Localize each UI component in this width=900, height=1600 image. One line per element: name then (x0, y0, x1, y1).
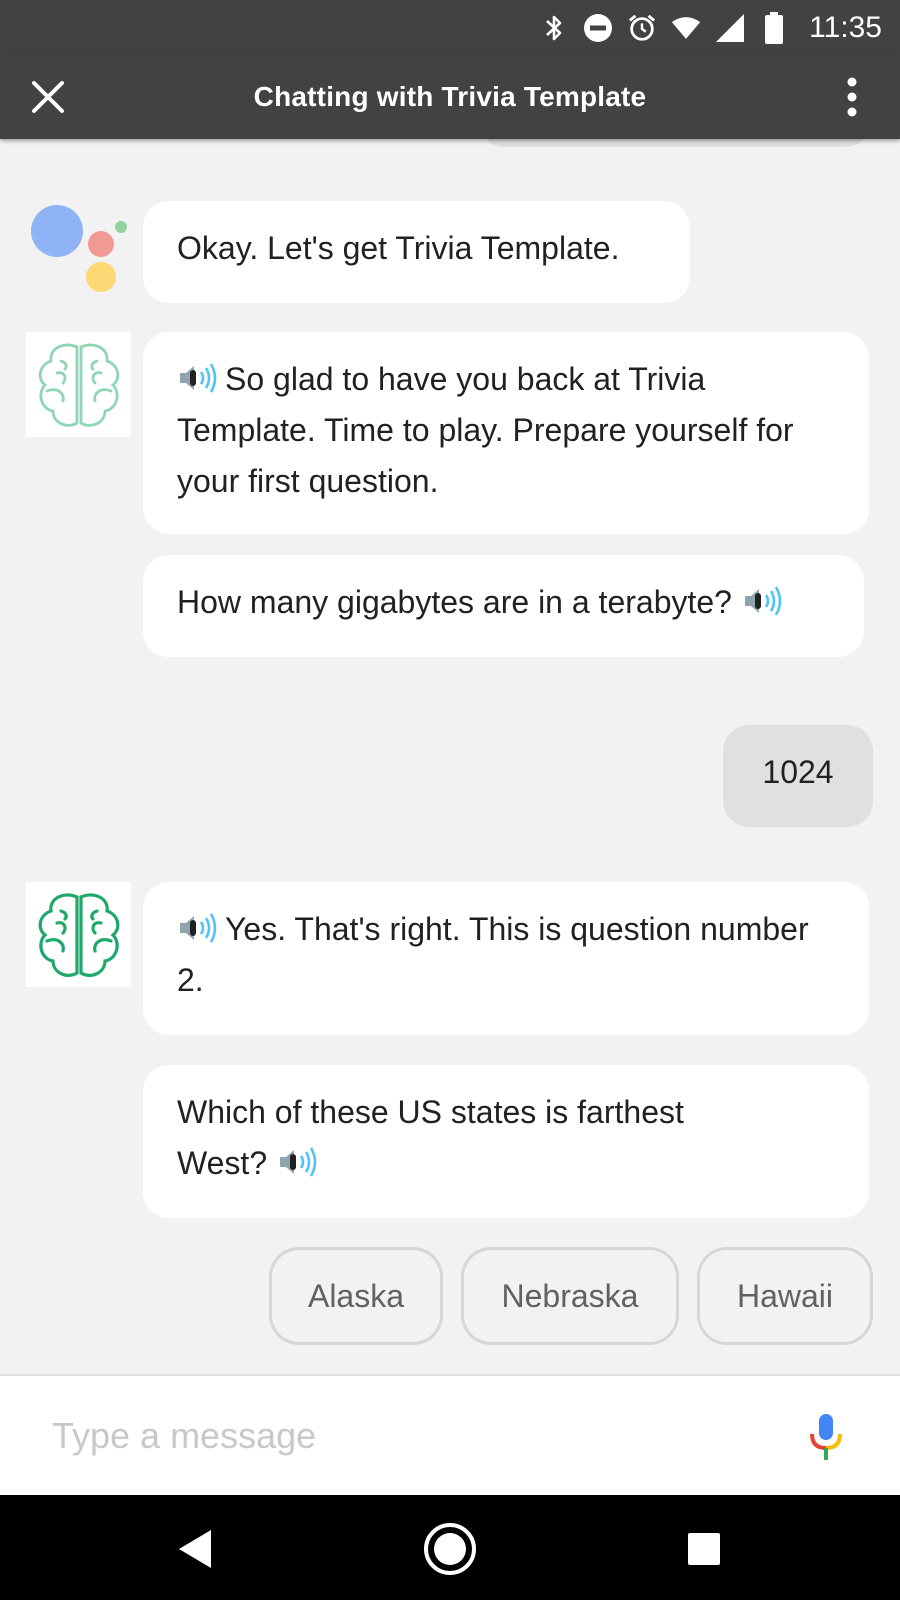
action-message: How many gigabytes are in a terabyte? (143, 555, 864, 657)
message-text: So glad to have you back at Trivia Templ… (177, 361, 794, 499)
bluetooth-icon (539, 13, 569, 43)
suggestion-chip-nebraska[interactable]: Nebraska (461, 1247, 679, 1345)
message-input-bar (0, 1374, 900, 1495)
page-title: Chatting with Trivia Template (253, 81, 647, 112)
chat-history[interactable]: Okay. Let's get Trivia Template. So glad… (0, 139, 900, 1374)
home-icon[interactable] (420, 1519, 480, 1579)
message-text: How many gigabytes are in a terabyte? (177, 584, 732, 620)
battery-icon (759, 11, 789, 44)
message-text: Which of these US states is farthest Wes… (177, 1094, 684, 1181)
app-bar: Chatting with Trivia Template (0, 55, 900, 139)
back-icon[interactable] (165, 1519, 225, 1579)
overflow-menu-icon[interactable] (842, 75, 862, 119)
user-message: 1024 (723, 725, 873, 827)
message-text: 1024 (762, 754, 834, 790)
status-time: 11:35 (809, 10, 882, 44)
action-message: Which of these US states is farthest Wes… (143, 1065, 869, 1218)
speaker-icon[interactable] (177, 362, 219, 394)
speaker-icon[interactable] (177, 912, 219, 944)
trivia-avatar (26, 332, 131, 437)
speaker-icon[interactable] (277, 1146, 319, 1178)
action-message: So glad to have you back at Trivia Templ… (143, 332, 869, 534)
wifi-icon (671, 13, 701, 43)
message-text: Okay. Let's get Trivia Template. (177, 230, 620, 266)
suggestion-chip-alaska[interactable]: Alaska (269, 1247, 443, 1345)
system-nav-bar (0, 1495, 900, 1600)
microphone-icon[interactable] (806, 1412, 846, 1464)
assistant-message: Okay. Let's get Trivia Template. (143, 201, 690, 303)
google-assistant-logo-icon (28, 201, 132, 301)
action-message: Yes. That's right. This is question numb… (143, 882, 869, 1035)
trivia-avatar (26, 882, 131, 987)
speaker-icon[interactable] (742, 585, 784, 617)
do-not-disturb-icon (583, 13, 613, 43)
message-text: Yes. That's right. This is question numb… (177, 911, 809, 998)
alarm-icon (627, 13, 657, 43)
brain-icon (38, 343, 119, 427)
suggestion-chip-hawaii[interactable]: Hawaii (697, 1247, 873, 1345)
status-bar: 11:35 (0, 0, 900, 55)
brain-icon (38, 892, 119, 977)
previous-message-bubble (480, 139, 870, 147)
message-input[interactable] (52, 1406, 752, 1466)
recents-icon[interactable] (674, 1519, 734, 1579)
cell-signal-icon (715, 13, 745, 43)
